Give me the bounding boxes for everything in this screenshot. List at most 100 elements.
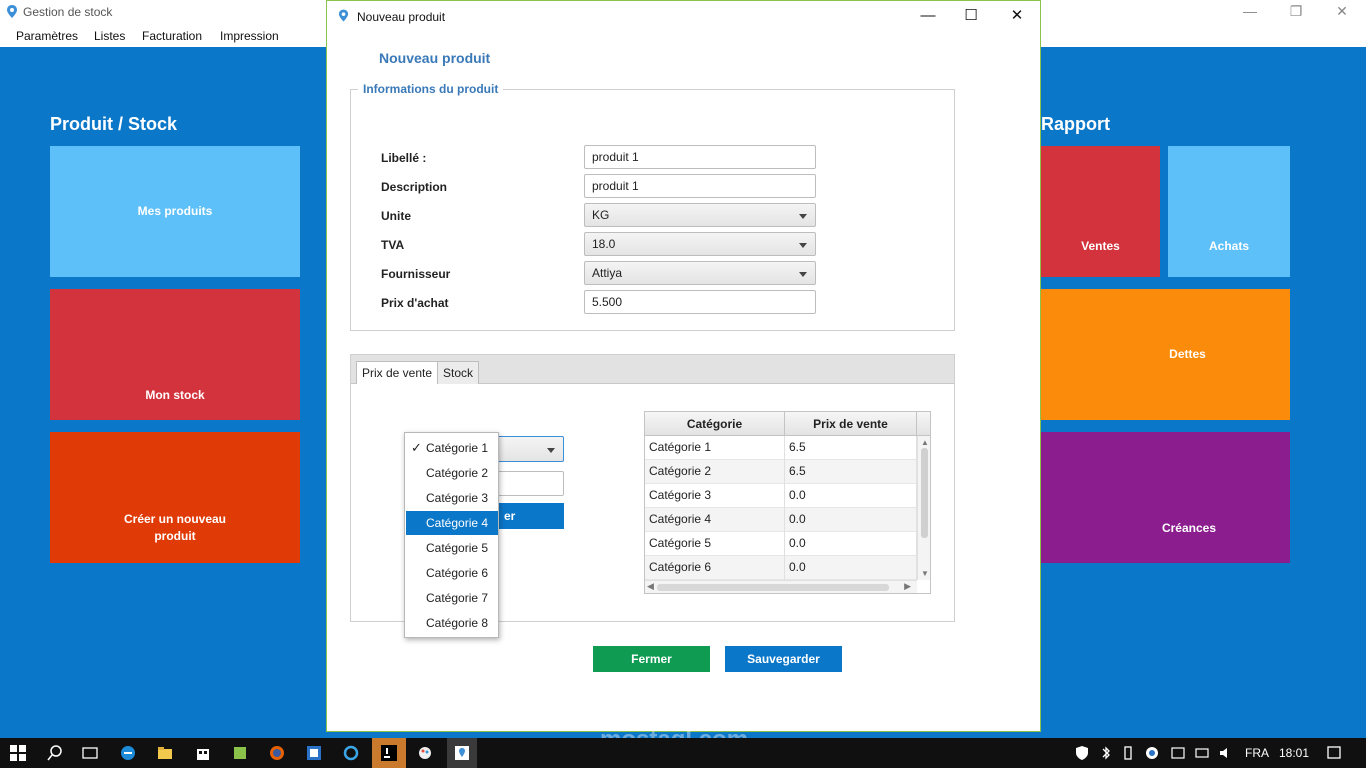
intellij-app-icon[interactable]: [306, 745, 322, 761]
fournisseur-select[interactable]: Attiya: [584, 261, 816, 285]
tva-select[interactable]: 18.0: [584, 232, 816, 256]
network-icon[interactable]: [1194, 745, 1210, 761]
ime-icon[interactable]: [1170, 745, 1186, 761]
usb-icon[interactable]: [1120, 745, 1136, 761]
fournisseur-select-value: Attiya: [592, 266, 623, 280]
table-row[interactable]: Catégorie 3 0.0: [645, 484, 917, 508]
libelle-input[interactable]: [584, 145, 816, 169]
shield-icon[interactable]: [1074, 745, 1090, 761]
paint-icon[interactable]: [417, 745, 433, 761]
notification-icon[interactable]: [1326, 745, 1342, 761]
table-cell-prix: 0.0: [785, 508, 917, 532]
category-dropdown-list: ✓ Catégorie 1 Catégorie 2 Catégorie 3 Ca…: [404, 432, 499, 638]
clock[interactable]: 18:01: [1279, 746, 1309, 760]
dropdown-option-categorie-6[interactable]: Catégorie 6: [406, 561, 498, 585]
tile-creances[interactable]: Créances: [1041, 432, 1290, 563]
tab-header: Prix de vente Stock: [351, 355, 954, 384]
tab-prix-de-vente[interactable]: Prix de vente: [356, 361, 439, 384]
internet-explorer-icon[interactable]: [343, 745, 359, 761]
menu-parametres[interactable]: Paramètres: [16, 29, 78, 43]
chevron-down-icon: [799, 272, 807, 277]
tile-achats-label: Achats: [1208, 239, 1249, 253]
firefox-icon[interactable]: [269, 745, 285, 761]
scroll-up-icon[interactable]: ▲: [921, 438, 929, 447]
tile-creer-produit-line1: Créer un nouveau: [123, 511, 227, 526]
bluetooth-icon[interactable]: [1098, 745, 1114, 761]
dropdown-option-categorie-3[interactable]: Catégorie 3: [406, 486, 498, 510]
dropdown-option-categorie-2[interactable]: Catégorie 2: [406, 461, 498, 485]
dialog-titlebar: Nouveau produit — ☐ ✕: [327, 1, 1040, 31]
dialog-title: Nouveau produit: [357, 10, 446, 24]
dropdown-option-categorie-5[interactable]: Catégorie 5: [406, 536, 498, 560]
app-title: Gestion de stock: [23, 5, 113, 19]
tile-ventes[interactable]: Ventes: [1041, 146, 1160, 277]
sauvegarder-button[interactable]: Sauvegarder: [725, 646, 842, 672]
tile-creer-produit[interactable]: Créer un nouveau produit: [50, 432, 300, 563]
scrollbar-thumb[interactable]: [921, 448, 928, 538]
app-tray-icon[interactable]: [1144, 745, 1160, 761]
volume-icon[interactable]: [1218, 745, 1234, 761]
chevron-down-icon: [799, 214, 807, 219]
app-close-button[interactable]: ✕: [1319, 0, 1365, 24]
app-restore-button[interactable]: ❐: [1273, 0, 1319, 24]
menu-listes[interactable]: Listes: [94, 29, 125, 43]
menu-impression[interactable]: Impression: [220, 29, 279, 43]
app-logo-icon: [7, 5, 17, 18]
table-row[interactable]: Catégorie 5 0.0: [645, 532, 917, 556]
table-row[interactable]: Catégorie 6 0.0: [645, 556, 917, 580]
tile-mes-produits-label: Mes produits: [137, 204, 213, 218]
tile-mon-stock[interactable]: Mon stock: [50, 289, 300, 420]
dropdown-option-categorie-4[interactable]: Catégorie 4: [406, 511, 498, 535]
app-minimize-button[interactable]: —: [1227, 0, 1273, 24]
scrollbar-thumb[interactable]: [657, 584, 889, 591]
table-cell-categorie: Catégorie 5: [645, 532, 785, 556]
dialog-close-button[interactable]: ✕: [994, 1, 1040, 31]
table-horizontal-scrollbar[interactable]: ◀ ▶: [645, 580, 917, 593]
table-row[interactable]: Catégorie 4 0.0: [645, 508, 917, 532]
tile-mes-produits[interactable]: Mes produits: [50, 146, 300, 277]
app-puzzle-icon[interactable]: [232, 745, 248, 761]
prix-achat-label: Prix d'achat: [381, 296, 449, 310]
dropdown-option-label: Catégorie 1: [426, 441, 489, 455]
table-row[interactable]: Catégorie 2 6.5: [645, 460, 917, 484]
store-icon[interactable]: [195, 745, 211, 761]
dialog-maximize-button[interactable]: ☐: [948, 1, 994, 31]
dialog-minimize-button[interactable]: —: [905, 1, 951, 31]
tab-stock[interactable]: Stock: [437, 361, 480, 384]
file-explorer-icon[interactable]: [157, 745, 173, 761]
section-title-produit-stock: Produit / Stock: [50, 114, 178, 134]
dropdown-option-categorie-8[interactable]: Catégorie 8: [406, 611, 498, 635]
libelle-label: Libellé :: [381, 151, 427, 165]
table-cell-prix: 0.0: [785, 484, 917, 508]
unite-select[interactable]: KG: [584, 203, 816, 227]
scroll-left-icon[interactable]: ◀: [647, 581, 654, 592]
taskbar-stock-app[interactable]: [447, 738, 477, 768]
tva-select-value: 18.0: [592, 237, 616, 251]
language-indicator[interactable]: FRA: [1245, 746, 1269, 760]
sale-price-table: Catégorie Prix de vente Catégorie 1 6.5 …: [644, 411, 931, 594]
column-header-categorie[interactable]: Catégorie: [645, 412, 785, 436]
table-cell-prix: 0.0: [785, 532, 917, 556]
tile-dettes[interactable]: Dettes: [1041, 289, 1290, 420]
fermer-button[interactable]: Fermer: [593, 646, 710, 672]
tva-label: TVA: [381, 238, 405, 252]
dropdown-option-categorie-1[interactable]: ✓ Catégorie 1: [406, 436, 498, 460]
table-cell-prix: 0.0: [785, 556, 917, 580]
fournisseur-label: Fournisseur: [381, 267, 451, 281]
table-vertical-scrollbar[interactable]: ▲ ▼: [917, 436, 930, 580]
task-view-icon[interactable]: [82, 745, 98, 761]
column-header-prix-vente[interactable]: Prix de vente: [785, 412, 917, 436]
dropdown-option-categorie-7[interactable]: Catégorie 7: [406, 586, 498, 610]
table-row[interactable]: Catégorie 1 6.5: [645, 436, 917, 460]
taskbar: FRA 18:01: [0, 738, 1366, 768]
taskbar-active-app[interactable]: [372, 738, 406, 768]
menu-facturation[interactable]: Facturation: [142, 29, 202, 43]
search-icon[interactable]: [47, 745, 63, 761]
prix-achat-input[interactable]: [584, 290, 816, 314]
edge-browser-icon[interactable]: [120, 745, 136, 761]
windows-start-icon[interactable]: [10, 745, 26, 761]
tile-achats[interactable]: Achats: [1168, 146, 1290, 277]
description-input[interactable]: [584, 174, 816, 198]
scroll-right-icon[interactable]: ▶: [904, 581, 911, 592]
scroll-down-icon[interactable]: ▼: [921, 569, 929, 578]
